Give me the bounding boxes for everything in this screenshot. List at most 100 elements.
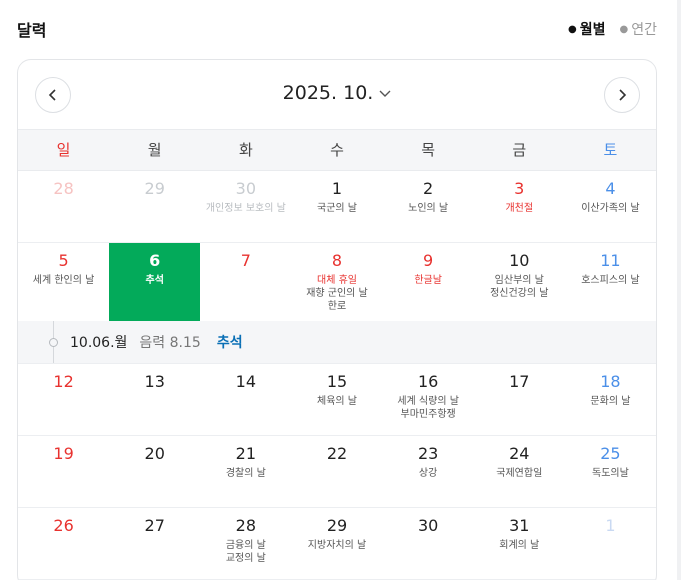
weekday-header: 일 월 화 수 목 금 토 [18, 129, 656, 171]
day-number: 23 [417, 444, 439, 463]
day-cell[interactable]: 17 [474, 364, 565, 435]
yearly-view-label: 연간 [631, 22, 657, 38]
day-number: 22 [326, 444, 348, 463]
day-cell[interactable]: 14 [200, 364, 291, 435]
day-number: 26 [53, 516, 74, 535]
day-number: 18 [600, 372, 621, 391]
day-cell[interactable]: 10 임산부의 날 정신건강의 날 [474, 243, 565, 321]
day-event: 호스피스의 날 [581, 275, 640, 286]
timeline-dot-icon [49, 338, 58, 347]
day-number: 13 [144, 372, 165, 391]
detail-date: 10.06.월 [70, 335, 128, 351]
day-event: 경찰의 날 [225, 468, 266, 479]
day-number: 16 [417, 372, 439, 391]
day-cell[interactable]: 21 경찰의 날 [200, 436, 291, 507]
day-cell[interactable]: 24 국제연합일 [474, 436, 565, 507]
day-event: 세계 한인의 날 [32, 275, 95, 286]
day-event: 세계 식량의 날 [397, 396, 459, 407]
day-number: 28 [235, 516, 257, 535]
day-cell[interactable]: 25 독도의날 [565, 436, 656, 507]
day-cell[interactable]: 29 지방자치의 날 [291, 508, 382, 579]
day-number: 31 [509, 516, 530, 535]
day-cell[interactable]: 13 [109, 364, 200, 435]
weekday-wed: 수 [330, 141, 344, 159]
day-cell[interactable]: 31 회계의 날 [474, 508, 565, 579]
month-selector[interactable]: 2025. 10. [18, 82, 656, 104]
day-cell[interactable]: 15 체육의 날 [291, 364, 382, 435]
day-cell[interactable]: 12 [18, 364, 109, 435]
day-event: 교정의 날 [225, 553, 266, 564]
day-cell[interactable]: 16 세계 식량의 날 부마민주항쟁 [383, 364, 474, 435]
day-cell[interactable]: 28 금융의 날 교정의 날 [200, 508, 291, 579]
day-cell[interactable]: 11 호스피스의 날 [565, 243, 656, 321]
day-cell[interactable]: 1 국군의 날 [291, 171, 382, 242]
day-cell-selected[interactable]: 6 추석 [109, 243, 201, 321]
day-cell[interactable]: 5 세계 한인의 날 [18, 243, 109, 321]
day-cell[interactable]: 2 노인의 날 [383, 171, 474, 242]
day-cell[interactable]: 20 [109, 436, 200, 507]
day-cell[interactable]: 22 [291, 436, 382, 507]
monthly-view-tab[interactable]: ● 월별 [568, 19, 606, 39]
weekday-thu: 목 [421, 141, 436, 159]
day-cell[interactable]: 30 개인정보 보호의 날 [200, 171, 291, 242]
day-event: 노인의 날 [408, 203, 449, 214]
day-cell[interactable]: 30 [383, 508, 474, 579]
day-event: 대체 휴일 [317, 275, 357, 286]
bullet-icon: ● [619, 23, 629, 35]
weekday-tue: 화 [238, 141, 253, 159]
day-event: 추석 [145, 275, 164, 286]
weekday-mon: 월 [147, 141, 162, 159]
day-event: 체육의 날 [317, 396, 357, 407]
scroll-track[interactable] [677, 0, 681, 580]
calendar-card: 2025. 10. 일 월 화 수 목 금 토 28 29 30 개인정보 보호의… [17, 59, 657, 580]
week-row: 12 13 14 15 체육의 날 16 세계 식량의 날 부마민주항쟁 17 18 문… [18, 364, 656, 436]
bullet-icon: ● [568, 23, 577, 35]
chevron-down-icon [379, 87, 391, 99]
day-event: 재향 군인의 날 [306, 288, 368, 299]
day-cell[interactable]: 3 개천절 [474, 171, 565, 242]
day-number: 3 [514, 179, 525, 198]
day-number: 25 [600, 444, 621, 463]
next-month-button[interactable] [604, 77, 640, 113]
day-number: 30 [417, 516, 439, 535]
day-cell[interactable]: 27 [109, 508, 200, 579]
day-cell[interactable]: 19 [18, 436, 109, 507]
weekday-fri: 금 [512, 141, 527, 159]
day-number: 7 [240, 251, 251, 270]
day-number: 17 [509, 372, 530, 391]
day-number: 14 [235, 372, 257, 391]
month-title: 2025. 10. [282, 82, 374, 104]
day-number: 1 [331, 179, 343, 198]
day-event: 상강 [418, 468, 438, 479]
day-cell[interactable]: 28 [18, 171, 109, 242]
day-cell[interactable]: 26 [18, 508, 109, 579]
day-cell[interactable]: 9 한글날 [383, 243, 474, 321]
day-cell[interactable]: 29 [109, 171, 200, 242]
day-cell[interactable]: 7 [200, 243, 291, 321]
month-navigation: 2025. 10. [18, 60, 656, 129]
day-event: 회계의 날 [499, 540, 540, 551]
day-number: 8 [331, 251, 343, 270]
day-event: 한글날 [414, 275, 442, 286]
day-event: 국제연합일 [496, 468, 543, 479]
day-cell[interactable]: 8 대체 휴일 재향 군인의 날 한로 [291, 243, 382, 321]
day-event: 개천절 [505, 203, 534, 214]
yearly-view-tab[interactable]: ● 연간 [620, 19, 658, 39]
day-cell[interactable]: 1 [565, 508, 656, 579]
day-number: 21 [235, 444, 257, 463]
day-cell[interactable]: 23 상강 [383, 436, 474, 507]
chevron-right-icon [619, 89, 627, 101]
day-cell[interactable]: 18 문화의 날 [565, 364, 656, 435]
day-number: 29 [326, 516, 348, 535]
day-event: 독도의날 [592, 468, 629, 479]
day-event: 국군의 날 [317, 203, 357, 214]
page-title: 달력 [17, 21, 47, 40]
day-number: 12 [53, 372, 74, 391]
day-number: 6 [149, 251, 161, 270]
day-event: 지방자치의 날 [307, 540, 367, 551]
day-number: 28 [53, 179, 74, 198]
day-event: 임산부의 날 [494, 275, 544, 286]
day-cell[interactable]: 4 이산가족의 날 [565, 171, 656, 242]
week-row: 26 27 28 금융의 날 교정의 날 29 지방자치의 날 30 31 회계의 날 … [18, 508, 656, 580]
detail-event-link[interactable]: 추석 [217, 332, 243, 352]
